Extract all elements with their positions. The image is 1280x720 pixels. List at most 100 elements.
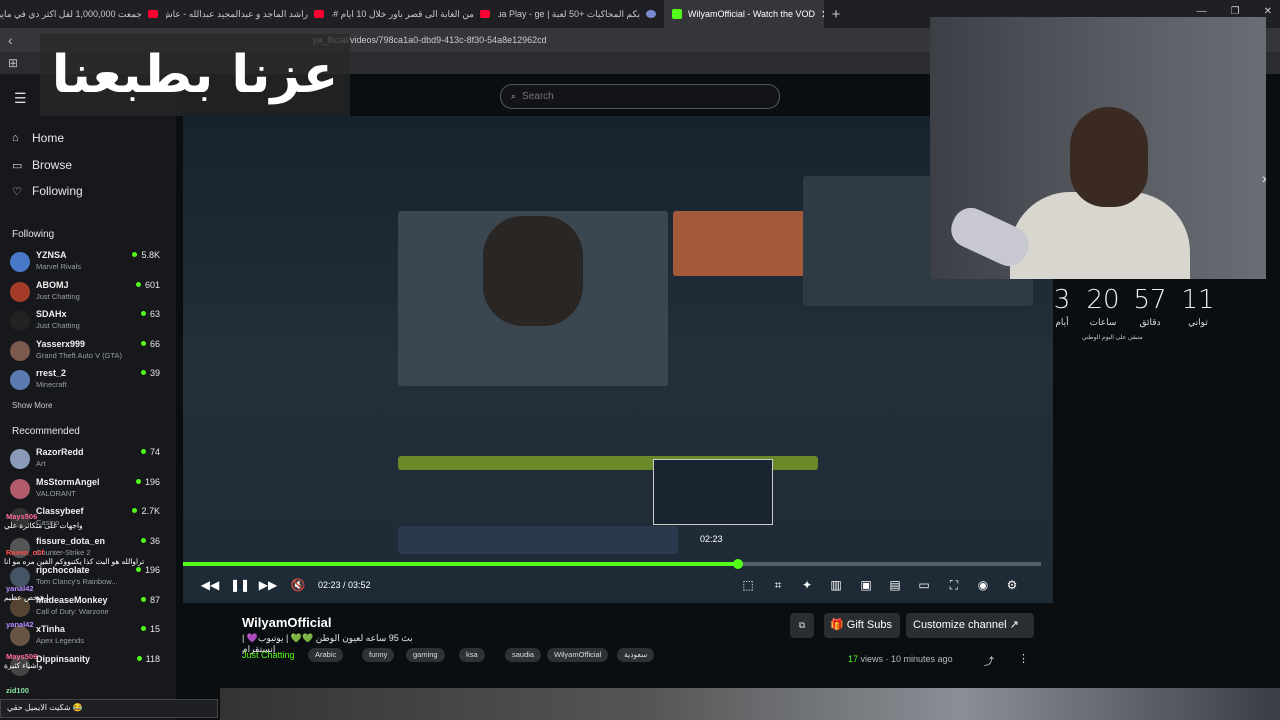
chat-message: zid100 (4, 686, 31, 695)
channel-item-category: VALORANT (36, 488, 76, 498)
channel-item[interactable]: rrest_2 Minecraft 39 (10, 368, 160, 396)
chat-overlay: Mays506 واجهات على متكاثرة علي Raven_osf تر… (0, 500, 220, 700)
apps-grid-icon[interactable]: ⊞ (8, 56, 18, 70)
channel-item-viewers: 601 (136, 280, 160, 290)
stream-title-overlay: عزنا بطبعنا (40, 34, 350, 116)
nav-browse[interactable]: ▭ Browse (12, 158, 72, 172)
progress-bar[interactable] (183, 559, 1041, 569)
category-link[interactable]: Just Chatting (242, 650, 295, 660)
customize-channel-button[interactable]: Customize channel ↗ (906, 613, 1034, 638)
channel-item[interactable]: RazorRedd Art 74 (10, 447, 160, 475)
browser-tab[interactable]: جمعت 1,000,000 لقل اكثر دي في ماين (0, 0, 166, 28)
external-link-icon: ↗ (1006, 619, 1019, 631)
sparkle-icon[interactable]: ✦ (797, 574, 817, 596)
tag-chip[interactable]: gaming (406, 648, 445, 662)
avatar (10, 311, 30, 331)
progress-handle[interactable] (732, 559, 743, 569)
browser-tab[interactable]: راشد الماجد و عبدالمجيد عبدالله - عاش (166, 0, 332, 28)
close-window-icon[interactable]: ✕ (1264, 6, 1272, 17)
gift-icon: 🎁 (830, 619, 847, 631)
channel-name[interactable]: WilyamOfficial (242, 615, 331, 630)
recommended-header: Recommended (12, 426, 80, 437)
countdown-hours: 20 ساعات (1083, 285, 1123, 328)
mute-icon[interactable]: 🔇 (288, 574, 308, 596)
tag-chip[interactable]: سعودية (617, 648, 655, 662)
pip-icon[interactable]: ▣ (856, 574, 876, 596)
tag-chip[interactable]: saudia (505, 648, 542, 662)
menu-icon[interactable]: ☰ (14, 90, 27, 107)
stats-icon[interactable]: ▥ (826, 574, 846, 596)
clip-icon[interactable]: ⬚ (738, 574, 758, 596)
chat-text: تراوالله هو البث كذا يكتبووكم القين مره … (4, 557, 145, 566)
browser-tab-active[interactable]: WilyamOfficial - Watch the VOD✕ (664, 0, 824, 28)
youtube-icon (314, 10, 324, 18)
maximize-icon[interactable]: ❐ (1231, 6, 1240, 17)
tag-chip[interactable]: WilyamOfficial (547, 648, 609, 662)
channel-item[interactable]: YZNSA Marvel Rivals 5.8K (10, 250, 160, 278)
chat-message: yanal42 (4, 620, 36, 629)
tab-title: بكم المحاكيات +50 لعبة | Lua Play - ge (498, 8, 640, 19)
youtube-icon (480, 10, 490, 18)
window-controls: — ❐ ✕ (1197, 6, 1272, 17)
chat-input[interactable]: شكيت الايميل حقي 😂 (0, 699, 218, 718)
more-options-icon[interactable]: ⋮ (1018, 652, 1029, 665)
fullscreen-icon[interactable]: ⛶ (944, 574, 964, 596)
miniplayer-icon[interactable]: ▤ (885, 574, 905, 596)
bottom-background-strip (220, 688, 1280, 720)
chat-username[interactable]: zid100 (4, 686, 31, 695)
nav-browse-label: Browse (32, 158, 73, 172)
views-count: 17 (848, 654, 859, 664)
minimize-icon[interactable]: — (1197, 6, 1207, 17)
search-input[interactable] (522, 91, 753, 102)
tag-chip[interactable]: Arabic (308, 648, 344, 662)
channel-item[interactable]: Yasserx999 Grand Theft Auto V (GTA) 66 (10, 339, 160, 367)
channel-item-category: Marvel Rivals (36, 262, 82, 271)
show-more-link[interactable]: Show More (12, 401, 52, 410)
chevron-right-icon[interactable]: › (1262, 170, 1267, 186)
channel-item-viewers: 39 (141, 368, 160, 378)
settings-gear-icon[interactable]: ⚙ (1002, 574, 1022, 596)
browser-tab[interactable]: من الغابة الى قصر باور خلال 10 ايام #4 (332, 0, 498, 28)
crop-icon[interactable]: ⌗ (768, 574, 788, 596)
following-header: Following (12, 229, 55, 240)
pause-icon[interactable]: ❚❚ (230, 574, 250, 596)
kick-icon (672, 9, 682, 19)
video-player[interactable] (183, 116, 1053, 603)
speed-icon[interactable]: ◉ (973, 574, 993, 596)
home-icon: ⌂ (12, 132, 19, 144)
channel-item[interactable]: ABOMJ Just Chatting 601 (10, 280, 160, 308)
chat-username[interactable]: yanal42 (4, 584, 51, 593)
chat-message: yanal42 يا شخص عظيم (4, 584, 51, 602)
gift-subs-button[interactable]: 🎁 Gift Subs (824, 613, 900, 638)
back-icon[interactable]: ‹ (8, 32, 13, 48)
theater-icon[interactable]: ▭ (914, 574, 934, 596)
site-icon (646, 10, 656, 18)
nav-home[interactable]: ⌂ Home (12, 131, 64, 145)
chat-text: واجهات على متكاثرة علي (4, 521, 83, 530)
tag-chip[interactable]: ksa (459, 648, 485, 662)
chat-username[interactable]: Mays506 (4, 512, 83, 521)
channel-item-name: YZNSA (36, 250, 67, 260)
share-icon[interactable]: ⤴ (984, 653, 994, 668)
countdown-number: 20 (1086, 285, 1120, 315)
video-person (483, 216, 583, 326)
channel-item[interactable]: SDAHx Just Chatting 63 (10, 309, 160, 337)
chat-message: Raven_osf تراوالله هو البث كذا يكتبووكم ا… (4, 548, 144, 566)
tab-title: WilyamOfficial - Watch the VOD (688, 9, 816, 19)
popout-button[interactable]: ⧉ (790, 613, 814, 638)
browser-tab[interactable]: بكم المحاكيات +50 لعبة | Lua Play - ge (498, 0, 664, 28)
new-tab-button[interactable]: + (824, 6, 848, 23)
tag-chip[interactable]: funny (362, 648, 395, 662)
webcam-person-head (1070, 107, 1148, 207)
chat-username[interactable]: Raven_osf (4, 548, 144, 557)
chat-message: Mays506 واشياء كثيرة (4, 652, 42, 670)
playback-time: 02:23 / 03:52 (318, 580, 371, 590)
channel-item-category: Just Chatting (36, 321, 80, 330)
seek-preview-time: 02:23 (700, 534, 723, 544)
forward-icon[interactable]: ▶▶ (258, 574, 278, 596)
nav-following[interactable]: ♡ Following (12, 184, 83, 198)
chat-username[interactable]: Mays506 (4, 652, 42, 661)
overlay-title-text: عزنا بطبعنا (51, 45, 339, 105)
nav-following-label: Following (32, 184, 83, 198)
chat-username[interactable]: yanal42 (4, 620, 36, 629)
